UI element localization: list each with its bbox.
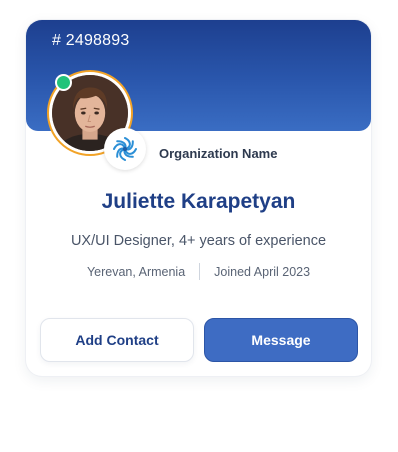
joined-text: Joined April 2023 — [214, 264, 311, 279]
meta-divider — [199, 263, 201, 280]
add-contact-button[interactable]: Add Contact — [40, 318, 194, 362]
profile-card: # 2498893 Organization Name Juliette Kar… — [26, 20, 371, 376]
message-button[interactable]: Message — [204, 318, 358, 362]
person-headline: UX/UI Designer, 4+ years of experience — [70, 233, 327, 249]
person-meta: Yerevan, Armenia Joined April 2023 — [26, 263, 371, 280]
online-status-dot — [55, 74, 72, 91]
location-text: Yerevan, Armenia — [86, 264, 186, 279]
profile-id: # 2498893 — [52, 32, 130, 49]
organization-name[interactable]: Organization Name — [159, 146, 277, 161]
organization-logo[interactable] — [104, 128, 146, 170]
globe-swirl-icon — [113, 137, 137, 161]
person-name: Juliette Karapetyan — [101, 190, 296, 213]
